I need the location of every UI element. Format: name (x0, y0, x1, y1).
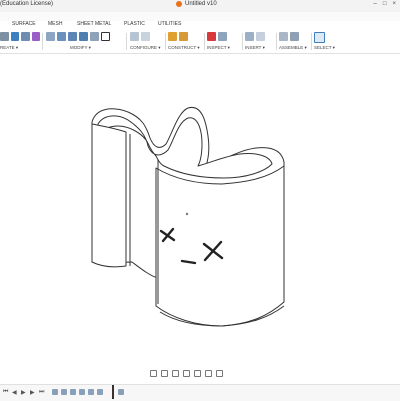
grid-icon[interactable] (205, 369, 212, 377)
timeline-feature[interactable] (70, 389, 76, 395)
joint-icon[interactable] (279, 32, 288, 41)
tab-sheet-metal[interactable]: SHEET METAL (77, 21, 111, 27)
revolve-icon[interactable] (21, 32, 30, 41)
document-tab[interactable]: Untitled v10 (176, 1, 217, 7)
inspect-group[interactable]: INSPECT ▾ (207, 30, 241, 53)
next-icon[interactable]: ▶ (30, 389, 35, 396)
timeline-feature[interactable] (52, 389, 58, 395)
close-icon[interactable]: × (392, 1, 396, 7)
fillet-icon[interactable] (57, 32, 66, 41)
model-front-shell[interactable] (155, 165, 285, 327)
window-controls: – □ × (374, 1, 396, 7)
construct-menu[interactable]: CONSTRUCT ▾ (168, 45, 200, 51)
press-pull-icon[interactable] (46, 32, 55, 41)
inspect-menu[interactable]: INSPECT ▾ (207, 45, 230, 51)
parameters-icon[interactable] (141, 32, 150, 41)
timeline-bar: ⏮ ◀ ▶ ▶ ⏭ (0, 384, 400, 401)
timeline-feature[interactable] (88, 389, 94, 395)
move-icon[interactable] (101, 32, 110, 41)
select-icon[interactable] (314, 32, 325, 43)
configure-menu[interactable]: CONFIGURE ▾ (130, 45, 161, 51)
zoom-icon[interactable] (172, 369, 179, 377)
app-title: (Education License) (0, 1, 54, 7)
ribbon-toolbar: REATE ▾ MODIFY ▾ CONFIGURE ▾ CONSTRUCT ▾ (0, 30, 400, 54)
combine-icon[interactable] (90, 32, 99, 41)
modify-group[interactable]: MODIFY ▾ (46, 30, 124, 53)
first-icon[interactable]: ⏮ (3, 389, 8, 396)
timeline-marker[interactable] (112, 385, 114, 399)
document-title: Untitled v10 (185, 1, 217, 7)
create-menu[interactable]: REATE ▾ (0, 45, 18, 51)
tab-plastic[interactable]: PLASTIC (124, 21, 145, 27)
workspace-tabs: SURFACE MESH SHEET METAL PLASTIC UTILITI… (0, 21, 400, 30)
insert-image-icon[interactable] (256, 32, 265, 41)
ribbon-divider (311, 33, 312, 50)
select-menu[interactable]: SELECT ▾ (314, 45, 335, 51)
origin-point (185, 212, 189, 216)
axis-icon[interactable] (179, 32, 188, 41)
ribbon-divider (204, 33, 205, 50)
insert-mesh-icon[interactable] (245, 32, 254, 41)
modify-menu[interactable]: MODIFY ▾ (70, 45, 91, 51)
timeline-feature[interactable] (79, 389, 85, 395)
insert-group[interactable]: INSERT ▾ (245, 30, 275, 53)
model-view[interactable] (0, 54, 400, 364)
shell-icon[interactable] (79, 32, 88, 41)
configure-group[interactable]: CONFIGURE ▾ (130, 30, 164, 53)
tab-mesh[interactable]: MESH (48, 21, 62, 27)
configure-table-icon[interactable] (130, 32, 139, 41)
play-icon[interactable]: ▶ (21, 389, 26, 396)
sweep-icon[interactable] (31, 32, 40, 41)
create-group[interactable]: REATE ▾ (0, 30, 40, 53)
insert-menu[interactable]: INSERT ▾ (245, 45, 265, 51)
ribbon-divider (126, 33, 127, 50)
select-group[interactable]: SELECT ▾ (314, 30, 338, 53)
tab-utilities[interactable]: UTILITIES (158, 21, 181, 27)
fit-icon[interactable] (183, 369, 190, 377)
new-component-icon[interactable] (0, 32, 9, 41)
timeline-feature[interactable] (97, 389, 103, 395)
chamfer-icon[interactable] (68, 32, 77, 41)
section-analysis-icon[interactable] (218, 32, 227, 41)
assemble-menu[interactable]: ASSEMBLE ▾ (279, 45, 307, 51)
ribbon-divider (165, 33, 166, 50)
offset-plane-icon[interactable] (168, 32, 177, 41)
viewports-icon[interactable] (216, 369, 223, 377)
navigation-bar (150, 368, 223, 378)
ribbon-divider (276, 33, 277, 50)
minimize-icon[interactable]: – (374, 1, 377, 7)
display-settings-icon[interactable] (194, 369, 201, 377)
extrude-icon[interactable] (10, 32, 19, 41)
previous-icon[interactable]: ◀ (12, 389, 17, 396)
pan-icon[interactable] (161, 369, 168, 377)
tab-surface[interactable]: SURFACE (12, 21, 36, 27)
orbit-icon[interactable] (150, 369, 157, 377)
last-icon[interactable]: ⏭ (39, 389, 44, 396)
model-left-lobe[interactable] (91, 123, 127, 268)
toolbar-strip (0, 12, 400, 21)
fusion-document-icon (176, 1, 182, 7)
viewport-canvas[interactable] (0, 54, 400, 364)
ribbon-divider (42, 33, 43, 50)
construct-group[interactable]: CONSTRUCT ▾ (168, 30, 204, 53)
measure-icon[interactable] (207, 32, 216, 41)
timeline-feature[interactable] (61, 389, 67, 395)
as-built-joint-icon[interactable] (290, 32, 299, 41)
timeline-feature[interactable] (118, 389, 124, 395)
maximize-icon[interactable]: □ (383, 1, 387, 7)
assemble-group[interactable]: ASSEMBLE ▾ (279, 30, 311, 53)
ribbon-divider (242, 33, 243, 50)
